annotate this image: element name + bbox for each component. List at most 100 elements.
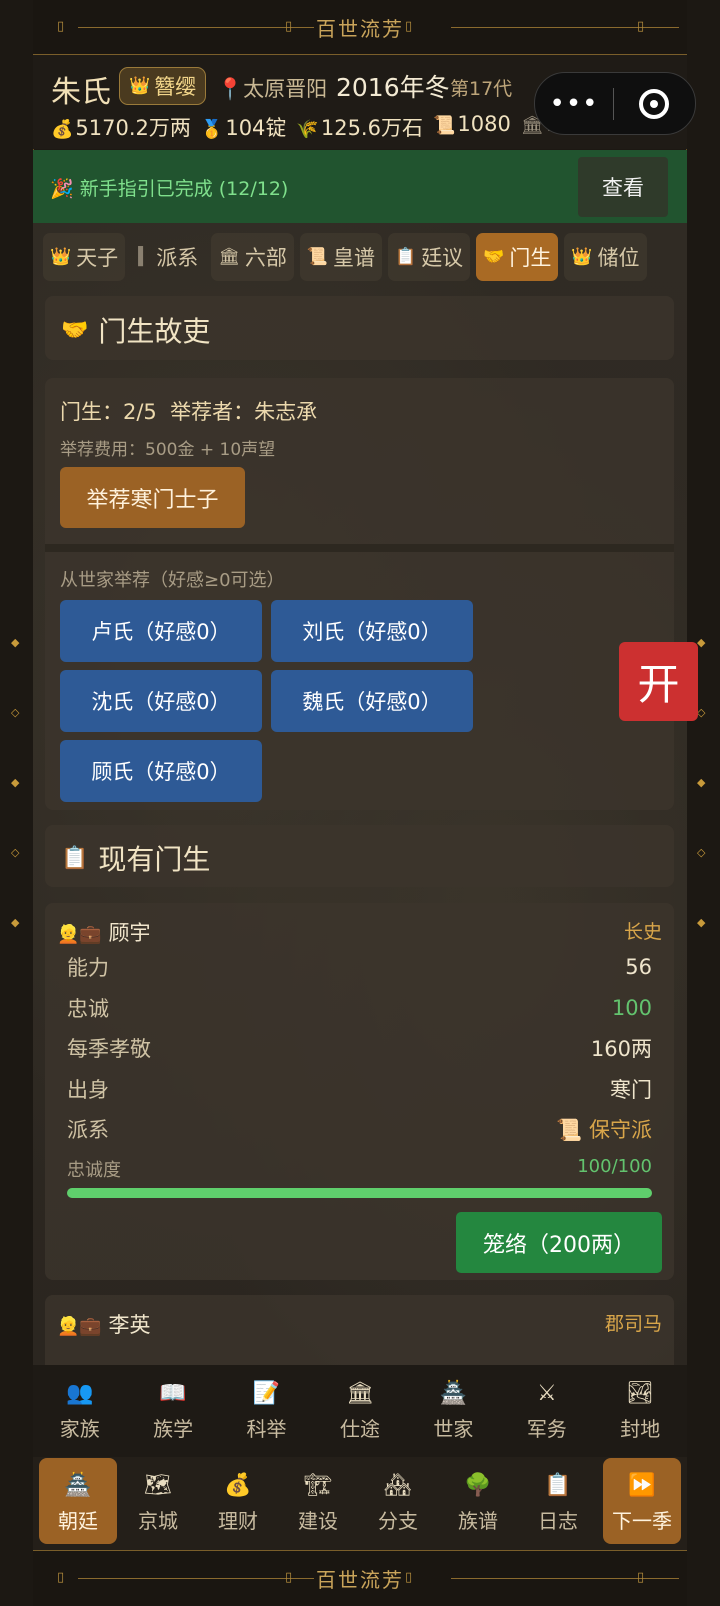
money-bag-icon: 💰 [224,1473,252,1498]
court-panel: 👑 天子 ▍ 派系 🏛 六部 📜 皇谱 📋 廷议 🤝 门生 👑 储位 🤝 门生故吏 门生：2/… [33,223,687,1365]
banner-title: 百世流芳 [316,16,404,41]
loyalty-bar-fill [67,1188,652,1198]
resource-value: 104锭 [225,116,287,140]
scroll-icon: 📜 [306,247,329,267]
next-season-button[interactable]: ⏩ 下一季 [603,1457,681,1550]
nav-label: 理财 [218,1509,258,1533]
nav-label: 族谱 [458,1509,498,1533]
protege-name-row: 👱💼 李英 [57,1309,151,1339]
primary-nav: 👥 家族 📖 族学 📝 科举 🏛 仕途 🏯 世家 ⚔ 军务 🏞 封地 [33,1365,687,1457]
map-icon: 🗺 [144,1473,172,1498]
family-wei-button[interactable]: 魏氏（好感0） [271,670,473,732]
nav-family[interactable]: 👥 家族 [33,1365,126,1457]
nav-families[interactable]: 🏯 世家 [407,1365,500,1457]
family-shen-button[interactable]: 沈氏（好感0） [60,670,262,732]
bottom-banner: ▯ ▯ 百世流芳 ▯ ▯ [33,1550,687,1606]
guide-complete-bar: 🎉 新手指引已完成 (12/12) 查看 [33,150,687,223]
open-float-button[interactable]: 开 [619,642,698,721]
nav-exam[interactable]: 📝 科举 [220,1365,313,1457]
family-lu-button[interactable]: 卢氏（好感0） [60,600,262,662]
nav-label: 仕途 [339,1417,380,1441]
tab-imperial-genealogy[interactable]: 📜 皇谱 [299,233,383,281]
section-title-text: 现有门生 [98,843,211,876]
location: 📍太原晋阳 [217,73,327,103]
book-icon: 📖 [159,1381,187,1406]
rank-badge[interactable]: 👑 簪缨 [119,67,207,105]
attr-loyalty: 忠诚 100 [67,988,652,1028]
banner-cap: ▯ [285,1570,293,1585]
attr-key: 忠诚 [67,997,109,1021]
attr-value: 56 [625,955,652,979]
recommend-commoner-button[interactable]: 举荐寒门士子 [60,467,245,528]
protege-name: 李英 [108,1313,151,1337]
tab-ministries[interactable]: 🏛 六部 [211,233,294,281]
nav-label: 家族 [59,1417,100,1441]
nav-military[interactable]: ⚔ 军务 [500,1365,593,1457]
nav-branches[interactable]: 🏘 分支 [359,1457,437,1550]
protege-card: 👱💼 顾宇 长史 能力 56 忠诚 100 每季孝敬 160两 出身 寒门 派系 📜 保守… [45,903,674,1280]
nav-genealogy[interactable]: 🌳 族谱 [439,1457,517,1550]
nav-label: 建设 [298,1509,338,1533]
season: 2016年冬 [336,73,450,102]
banner-cap: ▯ [57,19,65,34]
banner-cap: ▯ [637,1570,645,1585]
protege-post: 郡司马 [604,1313,662,1335]
scroll-icon: 📜 [432,115,456,136]
generation: 第17代 [450,78,513,100]
banner-cap: ▯ [405,19,413,34]
tab-proteges[interactable]: 🤝 门生 [476,233,559,281]
resource-money: 💰5170.2万两 [51,112,191,142]
nav-capital[interactable]: 🗺 京城 [119,1457,197,1550]
nav-career[interactable]: 🏛 仕途 [313,1365,406,1457]
nav-clan-school[interactable]: 📖 族学 [126,1365,219,1457]
banner-cap: ▯ [405,1570,413,1585]
tab-faction[interactable]: ▍ 派系 [131,233,205,281]
close-target-icon[interactable] [614,88,694,119]
nav-label: 封地 [620,1417,661,1441]
court-tabs: 👑 天子 ▍ 派系 🏛 六部 📜 皇谱 📋 廷议 🤝 门生 👑 储位 [43,233,647,281]
crown-icon: 👑 [50,247,72,267]
attr-key: 能力 [67,956,109,980]
win-over-button[interactable]: 笼络（200两） [456,1212,662,1273]
nav-finance[interactable]: 💰 理财 [199,1457,277,1550]
recommend-card: 门生：2/5 举荐者：朱志承 举荐费用：500金 + 10声望 举荐寒门士子 从… [45,378,674,810]
family-gu-button[interactable]: 顾氏（好感0） [60,740,262,802]
location-text: 太原晋阳 [243,77,328,101]
protege-count: 门生：2/5 举荐者：朱志承 [60,400,318,424]
crown-icon: 👑 [571,247,593,267]
resource-value: 125.6万石 [320,116,423,140]
frame-diamond-icon: ◇ [11,846,20,859]
tab-label: 皇谱 [333,246,376,270]
nav-label: 朝廷 [58,1509,98,1533]
loyalty-bar-track [67,1188,652,1198]
fast-forward-icon: ⏩ [628,1473,656,1498]
clipboard-icon: 📋 [61,845,89,871]
castle-icon: 🏯 [439,1381,468,1406]
frame-diamond-icon: ◆ [697,916,706,929]
family-liu-button[interactable]: 刘氏（好感0） [271,600,473,662]
nav-label: 族学 [153,1417,194,1441]
resource-gold: 🥇104锭 [201,112,287,142]
more-icon[interactable]: ••• [535,89,613,119]
crown-icon: 👑 [129,76,151,96]
palace-icon: 🏯 [64,1473,92,1498]
banner-cap: ▯ [285,19,293,34]
attr-key: 派系 [67,1118,109,1142]
pin-icon: 📍 [217,77,244,101]
nav-label: 京城 [138,1509,178,1533]
nav-fief[interactable]: 🏞 封地 [594,1365,687,1457]
houses-icon: 🏘 [384,1473,412,1498]
tab-emperor[interactable]: 👑 天子 [43,233,126,281]
nav-court[interactable]: 🏯 朝廷 [39,1457,117,1550]
attr-value: 100 [611,996,652,1020]
protege-card: 👱💼 李英 郡司马 [45,1295,674,1365]
view-button[interactable]: 查看 [578,157,668,217]
nav-construction[interactable]: 🏗 建设 [279,1457,357,1550]
people-icon: 👥 [66,1381,94,1406]
tab-court-debate[interactable]: 📋 廷议 [388,233,471,281]
protege-name: 顾宇 [108,921,151,945]
nav-log[interactable]: 📋 日志 [519,1457,597,1550]
tab-succession[interactable]: 👑 储位 [564,233,647,281]
swords-icon: ⚔ [536,1381,557,1406]
frame-diamond-icon: ◆ [11,916,20,929]
